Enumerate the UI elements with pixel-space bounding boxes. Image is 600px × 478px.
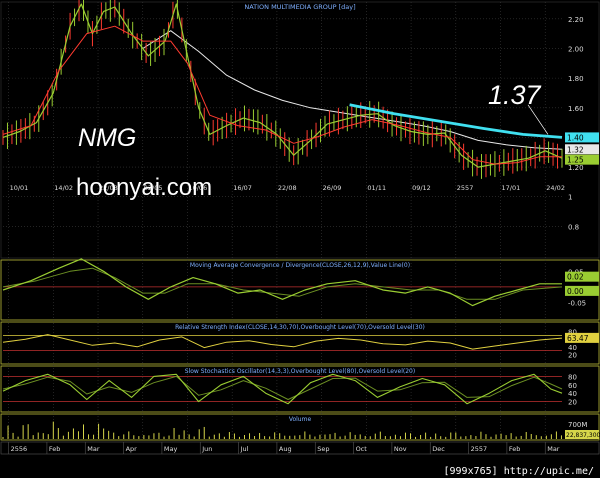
month-axis-label: May (164, 445, 178, 453)
image-credit: [999x765] http://upic.me/ (443, 466, 594, 477)
price-axis-tick-label: 1.80 (568, 75, 584, 83)
macd-title: Moving Average Convergence / Divergence(… (190, 262, 410, 269)
macd-axis-tick-label: -0.05 (568, 299, 586, 307)
price-last-value-label: 1.25 (567, 156, 584, 165)
stochastics-title: Slow Stochastics Oscillator(14,3,3),Over… (185, 368, 415, 375)
month-axis-label: Jun (201, 445, 212, 453)
month-axis-label: Oct (356, 445, 368, 453)
rsi-title: Relative Strength Index(CLOSE,14,30,70),… (175, 324, 425, 331)
annotation-target-price: 1.37 (488, 80, 541, 110)
rsi-axis-tick-label: 20 (568, 351, 577, 359)
price-axis-tick-label: 0.8 (568, 223, 579, 231)
stochastics-axis-tick-label: 40 (568, 390, 577, 398)
date-axis-label: 26/09 (323, 184, 342, 192)
macd-last-value-label: 0.00 (567, 287, 584, 296)
month-axis-label: Dec (432, 445, 445, 453)
macd-signal-line (2, 267, 563, 300)
price-axis-tick-label: 2.00 (568, 45, 584, 53)
date-axis-label: 14/02 (54, 184, 73, 192)
stochastics-axis-tick-label: 20 (568, 399, 577, 407)
rsi-line (2, 334, 563, 350)
price-axis-tick-label: 2.20 (568, 16, 584, 24)
date-axis-label: 24/02 (546, 184, 565, 192)
volume-title: Volume (289, 416, 312, 423)
price-last-value-label: 1.40 (567, 133, 584, 142)
month-axis-label: Feb (509, 445, 521, 453)
annotation-site: hoonyai.com (76, 174, 213, 201)
date-axis-label: 2557 (457, 184, 474, 192)
price-chart-title: NATION MULTIMEDIA GROUP [day] (244, 3, 355, 11)
date-axis-label: 09/12 (412, 184, 431, 192)
nmg-stock-chart: 2.20 2.00 1.80 1.60 1.40 1.20 1 0.8 NATION MULTI… (0, 0, 600, 455)
month-axis-label: Feb (49, 445, 61, 453)
month-axis-label: Jul (240, 445, 249, 453)
date-axis-label: 22/08 (278, 184, 297, 192)
annotation-ticker: NMG (78, 124, 137, 152)
month-axis-label: 2556 (11, 445, 28, 453)
rsi-last-value-label: 63.47 (567, 334, 589, 343)
price-last-value-label: 1.32 (567, 145, 584, 154)
month-axis-label: Aug (279, 445, 292, 453)
stochastics-d-line (2, 375, 563, 400)
price-axis-tick-label: 1.60 (568, 105, 584, 113)
month-axis-label: Nov (394, 445, 407, 453)
month-axis-label: Mar (547, 445, 560, 453)
stochastics-k-line (2, 373, 563, 405)
stochastics-axis-tick-label: 80 (568, 373, 577, 381)
volume-last-value-label: 22,837,300 (566, 432, 600, 439)
price-axis-tick-label: 1 (568, 194, 572, 202)
price-axis-tick-label: 1.20 (568, 164, 584, 172)
pane-frame (0, 259, 600, 321)
month-axis-label: Mar (87, 445, 100, 453)
macd-last-value-label: 0.02 (567, 273, 584, 282)
date-axis-label: 01/11 (367, 184, 386, 192)
month-axis-label: 2557 (471, 445, 488, 453)
date-axis-label: 16/07 (233, 184, 252, 192)
date-axis-label: 17/01 (502, 184, 521, 192)
month-axis-label: Apr (126, 445, 138, 453)
volume-axis-tick-label: 700M (568, 421, 587, 429)
stochastics-axis-tick-label: 60 (568, 382, 577, 390)
month-axis-label: Sep (317, 445, 329, 453)
date-axis-label: 10/01 (10, 184, 29, 192)
